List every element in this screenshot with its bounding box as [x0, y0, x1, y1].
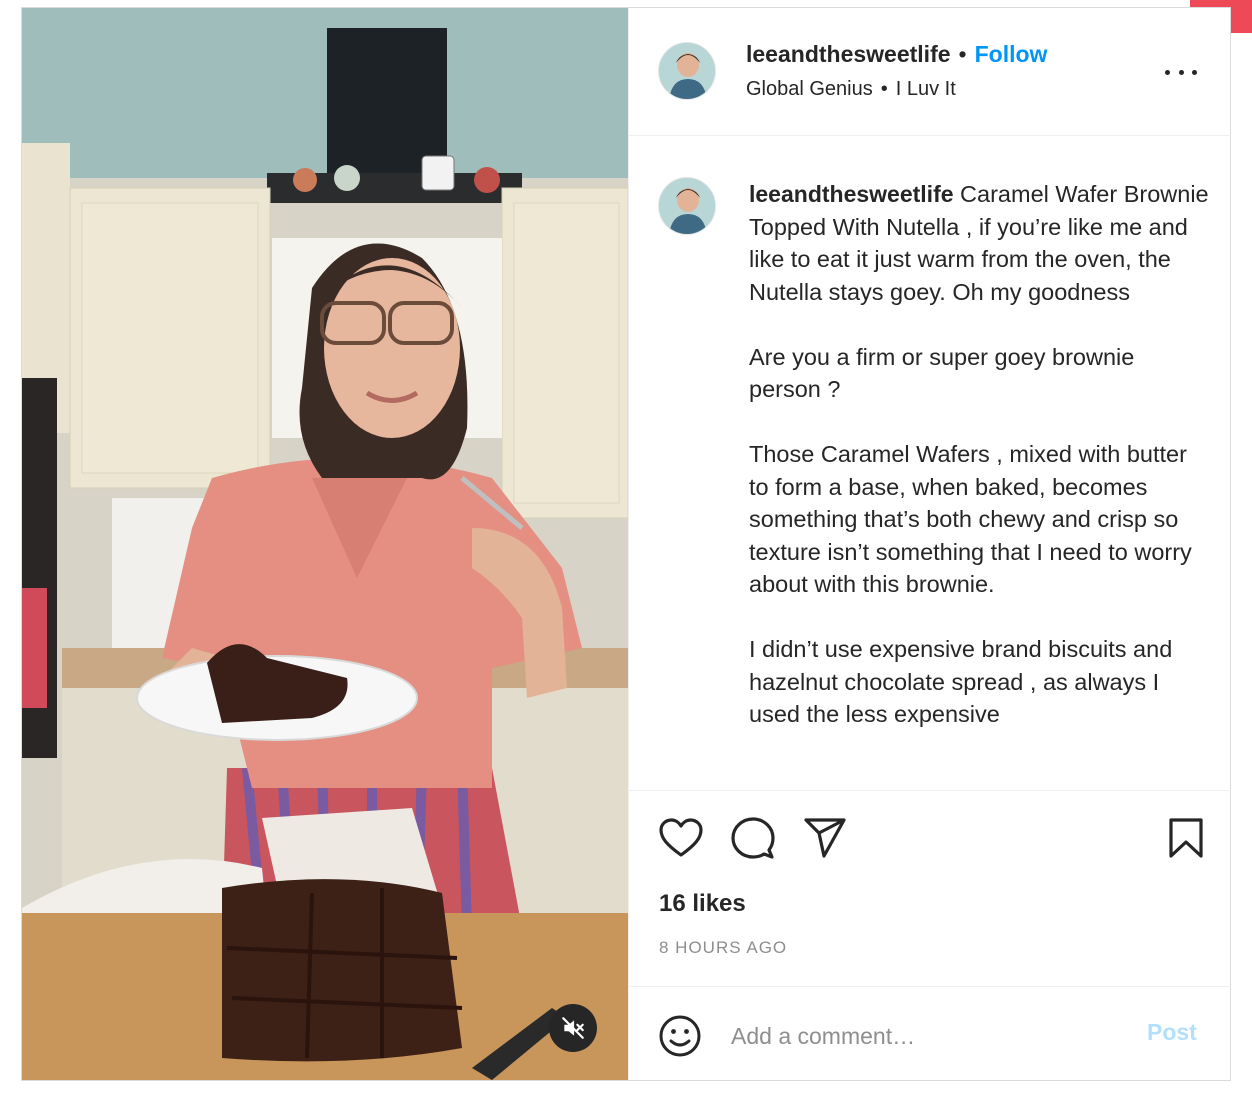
mute-toggle-button[interactable]	[549, 1004, 597, 1052]
avatar-image	[659, 178, 715, 234]
post-timestamp[interactable]: 8 HOURS AGO	[659, 938, 787, 958]
avatar-image	[659, 43, 715, 99]
caption-paragraph: I didn’t use expensive brand biscuits an…	[749, 636, 1173, 727]
video-frame-illustration	[22, 8, 628, 1080]
heart-icon[interactable]	[659, 818, 703, 863]
caption-paragraph: Are you a firm or super goey brownie per…	[749, 343, 1135, 403]
comment-input[interactable]	[729, 1017, 1133, 1055]
likes-count[interactable]: 16 likes	[659, 890, 746, 918]
subtitle-separator: •	[880, 78, 888, 100]
post-media-video[interactable]	[22, 8, 628, 1080]
muted-speaker-icon	[562, 1017, 584, 1039]
caption-first-paragraph: leeandthesweetlife Caramel Wafer Brownie…	[749, 178, 1211, 308]
post-caption: leeandthesweetlife Caramel Wafer Brownie…	[749, 178, 1211, 788]
caption-username[interactable]: leeandthesweetlife	[749, 181, 954, 207]
caption-author-avatar[interactable]	[658, 177, 716, 235]
action-bar-divider	[629, 790, 1231, 791]
author-username[interactable]: leeandthesweetlife	[746, 41, 951, 67]
emoji-icon[interactable]	[659, 1015, 701, 1062]
header-user-line: leeandthesweetlife • Follow	[746, 41, 1047, 68]
post-header: leeandthesweetlife • Follow Global Genius •…	[629, 8, 1231, 136]
bookmark-icon[interactable]	[1169, 818, 1203, 863]
separator-dot: •	[958, 41, 967, 67]
more-options-icon[interactable]	[1165, 60, 1197, 84]
comment-bar: Post	[629, 986, 1231, 1081]
post-side-panel: leeandthesweetlife • Follow Global Genius •…	[628, 8, 1231, 1080]
subtitle-left[interactable]: Global Genius	[746, 78, 873, 100]
post-container: leeandthesweetlife • Follow Global Genius •…	[21, 7, 1231, 1081]
follow-button[interactable]: Follow	[975, 41, 1048, 67]
caption-paragraph: Those Caramel Wafers , mixed with butter…	[749, 441, 1192, 597]
author-avatar[interactable]	[658, 42, 716, 100]
subtitle-right[interactable]: I Luv It	[896, 78, 956, 100]
audio-subtitle[interactable]: Global Genius • I Luv It	[746, 78, 956, 101]
comment-icon[interactable]	[731, 817, 775, 866]
share-icon[interactable]	[804, 818, 846, 863]
post-comment-button[interactable]: Post	[1147, 1019, 1197, 1046]
